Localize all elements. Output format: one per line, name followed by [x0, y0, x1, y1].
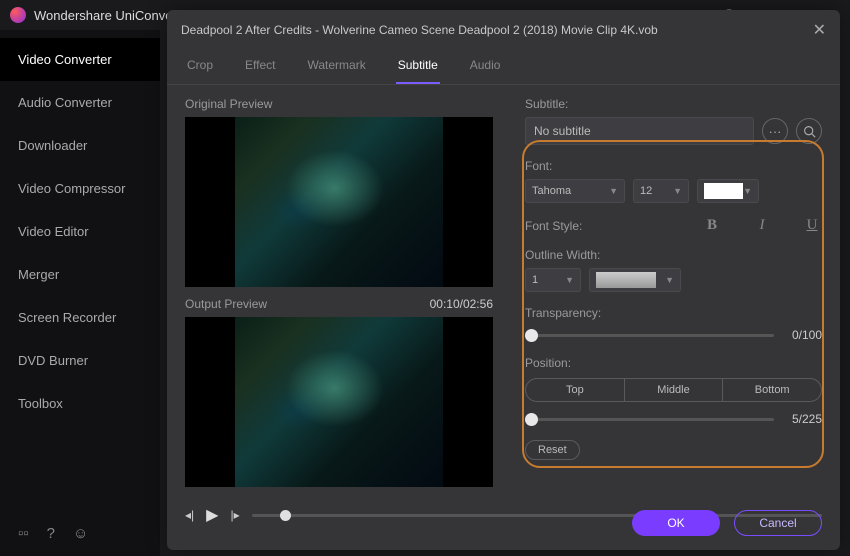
output-preview [185, 317, 493, 487]
color-swatch-gray [596, 272, 656, 288]
transparency-slider[interactable] [525, 334, 774, 337]
subtitle-label: Subtitle: [525, 97, 822, 111]
tab-crop[interactable]: Crop [185, 50, 215, 84]
sidebar-item-dvd-burner[interactable]: DVD Burner [0, 339, 160, 382]
position-slider[interactable] [525, 418, 774, 421]
italic-button[interactable]: I [752, 217, 772, 234]
chevron-down-icon: ▼ [609, 186, 618, 196]
tab-bar: Crop Effect Watermark Subtitle Audio [167, 50, 840, 85]
step-back-button[interactable]: ◂| [185, 508, 194, 522]
position-segmented: Top Middle Bottom [525, 378, 822, 402]
bold-button[interactable]: B [702, 217, 722, 234]
more-icon[interactable]: ··· [762, 118, 788, 144]
sidebar-item-video-editor[interactable]: Video Editor [0, 210, 160, 253]
sidebar: Video Converter Audio Converter Download… [0, 30, 160, 556]
subtitle-select[interactable]: No subtitle [525, 117, 754, 145]
tab-audio[interactable]: Audio [468, 50, 503, 84]
position-label: Position: [525, 356, 822, 370]
outline-width-label: Outline Width: [525, 248, 822, 262]
subtitle-dialog: Deadpool 2 After Credits - Wolverine Cam… [167, 10, 840, 550]
tab-subtitle[interactable]: Subtitle [396, 50, 440, 84]
chevron-down-icon: ▼ [673, 186, 682, 196]
outline-color-select[interactable]: ▼ [589, 268, 681, 292]
chevron-down-icon: ▼ [565, 275, 574, 285]
tab-effect[interactable]: Effect [243, 50, 277, 84]
step-forward-button[interactable]: |▸ [230, 508, 239, 522]
timecode: 00:10/02:56 [430, 297, 493, 317]
ok-button[interactable]: OK [632, 510, 720, 536]
manual-icon[interactable]: ▫▫ [18, 525, 29, 542]
cancel-button[interactable]: Cancel [734, 510, 822, 536]
sidebar-item-video-compressor[interactable]: Video Compressor [0, 167, 160, 210]
sidebar-item-merger[interactable]: Merger [0, 253, 160, 296]
transparency-value: 0/100 [782, 328, 822, 342]
outline-width-select[interactable]: 1▼ [525, 268, 581, 292]
font-size-select[interactable]: 12▼ [633, 179, 689, 203]
color-swatch-white [704, 183, 743, 199]
font-style-label: Font Style: [525, 219, 585, 233]
output-preview-label: Output Preview [185, 297, 267, 311]
font-family-select[interactable]: Tahoma▼ [525, 179, 625, 203]
original-preview [185, 117, 493, 287]
transparency-label: Transparency: [525, 306, 822, 320]
dialog-title: Deadpool 2 After Credits - Wolverine Cam… [181, 23, 658, 37]
font-label: Font: [525, 159, 822, 173]
position-bottom[interactable]: Bottom [722, 379, 821, 401]
search-icon[interactable] [796, 118, 822, 144]
help-icon[interactable]: ? [47, 525, 55, 542]
account-icon[interactable]: ☺ [73, 525, 88, 542]
font-color-select[interactable]: ▼ [697, 179, 759, 203]
chevron-down-icon: ▼ [743, 186, 752, 196]
app-logo-icon [10, 7, 26, 23]
reset-button[interactable]: Reset [525, 440, 580, 460]
close-icon[interactable]: ✕ [813, 20, 826, 40]
position-top[interactable]: Top [526, 379, 624, 401]
sidebar-item-audio-converter[interactable]: Audio Converter [0, 81, 160, 124]
sidebar-item-video-converter[interactable]: Video Converter [0, 38, 160, 81]
tab-watermark[interactable]: Watermark [305, 50, 367, 84]
position-middle[interactable]: Middle [624, 379, 723, 401]
chevron-down-icon: ▼ [665, 275, 674, 285]
position-value: 5/225 [782, 412, 822, 426]
sidebar-item-downloader[interactable]: Downloader [0, 124, 160, 167]
play-button[interactable]: ▶ [206, 505, 218, 525]
original-preview-label: Original Preview [185, 97, 505, 111]
sidebar-item-screen-recorder[interactable]: Screen Recorder [0, 296, 160, 339]
underline-button[interactable]: U [802, 217, 822, 234]
sidebar-item-toolbox[interactable]: Toolbox [0, 382, 160, 425]
